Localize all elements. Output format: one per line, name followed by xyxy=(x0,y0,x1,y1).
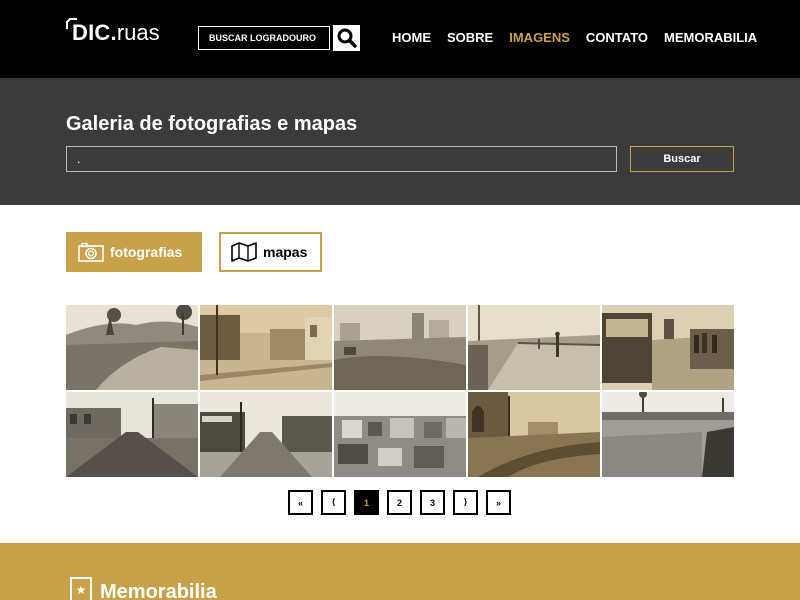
gallery-search-button[interactable]: Buscar xyxy=(630,146,734,172)
photo-bridge xyxy=(468,305,600,390)
nav-sobre[interactable]: SOBRE xyxy=(447,30,493,46)
street-search-input[interactable]: BUSCAR LOGRADOURO xyxy=(198,26,330,50)
main-navigation: HOME SOBRE IMAGENS CONTATO MEMORABILIA xyxy=(392,30,757,46)
photo-thumbnail[interactable] xyxy=(602,305,734,390)
map-icon xyxy=(231,242,257,262)
star-badge-icon: ★ xyxy=(70,577,92,600)
first-page-button[interactable]: « xyxy=(288,490,313,515)
pagination: « ⟨ 1 2 3 ⟩ » xyxy=(288,490,511,515)
photo-thumbnail[interactable] xyxy=(334,305,466,390)
maps-category-button[interactable]: mapas xyxy=(219,232,322,272)
search-icon xyxy=(337,28,357,48)
memorabilia-title: Memorabilia xyxy=(100,581,217,600)
photo-thumbnail[interactable] xyxy=(200,305,332,390)
last-page-button[interactable]: » xyxy=(486,490,511,515)
maps-category-label: mapas xyxy=(263,244,308,260)
gallery-title: Galeria de fotografias e mapas xyxy=(66,113,358,135)
gallery-header-band xyxy=(0,78,800,205)
photo-muddy-street xyxy=(468,392,600,477)
site-logo[interactable]: DIC. ruas xyxy=(66,18,160,48)
photo-cobblestone-street xyxy=(66,392,198,477)
photo-thumbnail[interactable] xyxy=(66,305,198,390)
photo-dirt-road xyxy=(66,305,198,390)
street-search-button[interactable] xyxy=(333,25,360,51)
photo-streetcar xyxy=(602,305,734,390)
gallery-search-input[interactable]: . xyxy=(66,146,617,172)
photos-category-button[interactable]: fotografias xyxy=(66,232,202,272)
photo-thumbnail[interactable] xyxy=(468,392,600,477)
photo-thumbnail[interactable] xyxy=(468,305,600,390)
photo-gravel-field xyxy=(602,392,734,477)
photo-thumbnail[interactable] xyxy=(200,392,332,477)
photos-category-label: fotografias xyxy=(110,244,183,260)
photo-urban-wasteland xyxy=(334,305,466,390)
photo-paved-avenue xyxy=(200,392,332,477)
logo-sub-text: ruas xyxy=(116,20,160,45)
nav-memorabilia[interactable]: MEMORABILIA xyxy=(664,30,757,46)
photo-city-rooftops xyxy=(334,392,466,477)
photo-thumbnail[interactable] xyxy=(66,392,198,477)
logo-corner-icon xyxy=(66,18,77,29)
page-2-button[interactable]: 2 xyxy=(387,490,412,515)
camera-icon xyxy=(78,242,104,262)
photo-grid xyxy=(66,305,734,477)
photo-thumbnail[interactable] xyxy=(602,392,734,477)
logo-main-text: DIC. xyxy=(72,20,117,45)
photo-street-houses xyxy=(200,305,332,390)
photo-thumbnail[interactable] xyxy=(334,392,466,477)
previous-page-button[interactable]: ⟨ xyxy=(321,490,346,515)
nav-contato[interactable]: CONTATO xyxy=(586,30,648,46)
next-page-button[interactable]: ⟩ xyxy=(453,490,478,515)
page-3-button[interactable]: 3 xyxy=(420,490,445,515)
nav-imagens[interactable]: IMAGENS xyxy=(509,30,570,46)
page-1-button[interactable]: 1 xyxy=(354,490,379,515)
nav-home[interactable]: HOME xyxy=(392,30,431,46)
